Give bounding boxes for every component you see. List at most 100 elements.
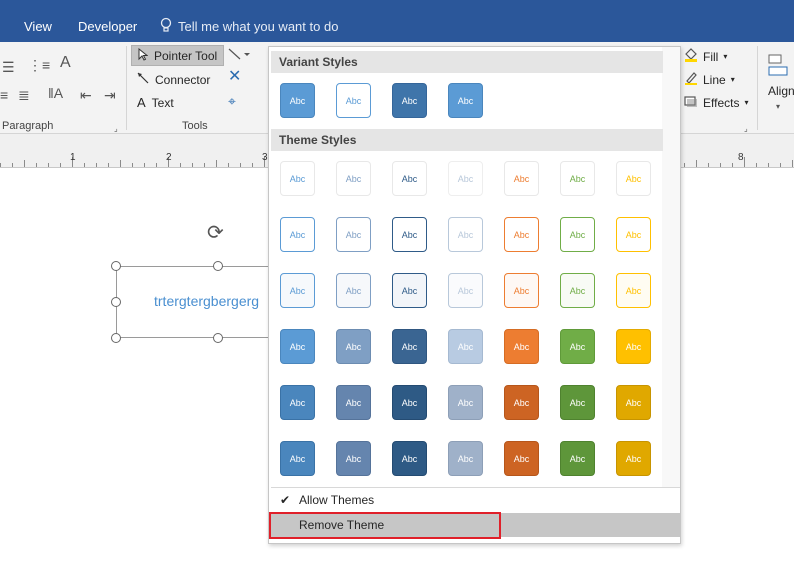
theme-style-swatch[interactable]: Abc — [336, 385, 371, 420]
theme-style-swatch[interactable]: Abc — [448, 329, 483, 364]
line-tool-icon[interactable] — [228, 48, 250, 62]
theme-style-swatch[interactable]: Abc — [616, 217, 651, 252]
theme-style-swatch[interactable]: Abc — [336, 329, 371, 364]
ruler-tick — [696, 160, 697, 167]
pointer-tool-button[interactable]: Pointer Tool — [131, 45, 225, 66]
theme-style-swatch[interactable]: Abc — [392, 385, 427, 420]
variant-style-swatch[interactable]: Abc — [336, 83, 371, 118]
ruler-tick — [744, 157, 745, 167]
theme-style-swatch[interactable]: Abc — [504, 441, 539, 476]
theme-style-swatch[interactable]: Abc — [504, 385, 539, 420]
connector-button[interactable]: Connector — [131, 69, 216, 90]
theme-style-swatch[interactable]: Abc — [560, 273, 595, 308]
align-justify-icon[interactable]: ≡ — [0, 88, 8, 102]
bullets-icon[interactable]: ⋮≡ — [28, 58, 50, 72]
resize-handle[interactable] — [111, 333, 121, 343]
ruler-tick — [204, 163, 205, 167]
theme-style-swatch[interactable]: Abc — [280, 385, 315, 420]
ruler-tick — [144, 163, 145, 167]
text-direction-icon[interactable]: ‖A — [48, 86, 63, 100]
theme-style-swatch[interactable]: Abc — [280, 441, 315, 476]
theme-style-swatch[interactable]: Abc — [448, 161, 483, 196]
allow-themes-label: Allow Themes — [299, 493, 375, 507]
rotate-handle-icon[interactable]: ⟳ — [207, 223, 229, 245]
resize-handle[interactable] — [213, 261, 223, 271]
theme-style-swatch[interactable]: Abc — [280, 217, 315, 252]
theme-style-swatch[interactable]: Abc — [392, 441, 427, 476]
line-label: Line — [703, 72, 726, 87]
allow-themes-item[interactable]: ✔ Allow Themes — [271, 488, 680, 512]
ruler-tick — [756, 163, 757, 167]
indent-list-icon[interactable]: ☰ — [2, 60, 15, 74]
theme-style-swatch[interactable]: Abc — [504, 329, 539, 364]
theme-styles-header: Theme Styles — [271, 129, 663, 151]
tab-view[interactable]: View — [24, 19, 52, 34]
line-button[interactable]: Line ▾ — [684, 71, 735, 88]
theme-style-swatch[interactable]: Abc — [392, 161, 427, 196]
theme-style-swatch[interactable]: Abc — [392, 217, 427, 252]
align-icon[interactable] — [768, 54, 788, 80]
theme-style-swatch[interactable]: Abc — [616, 329, 651, 364]
effects-icon — [684, 94, 698, 111]
variant-style-swatch[interactable]: Abc — [280, 83, 315, 118]
tab-developer[interactable]: Developer — [78, 19, 137, 34]
align-label[interactable]: Align — [768, 84, 794, 98]
theme-style-swatch[interactable]: Abc — [560, 385, 595, 420]
ruler-tick — [240, 163, 241, 167]
theme-style-swatch[interactable]: Abc — [504, 161, 539, 196]
theme-style-swatch[interactable]: Abc — [280, 273, 315, 308]
theme-style-swatch[interactable]: Abc — [560, 441, 595, 476]
fill-bucket-icon — [684, 48, 698, 65]
connection-point-icon[interactable]: ⌖ — [228, 94, 236, 108]
theme-style-swatch[interactable]: Abc — [616, 441, 651, 476]
text-tool-button[interactable]: A Text — [131, 92, 180, 113]
theme-style-swatch[interactable]: Abc — [504, 217, 539, 252]
ruler-tick — [96, 163, 97, 167]
theme-style-swatch[interactable]: Abc — [336, 217, 371, 252]
text-tool-label: Text — [151, 95, 174, 110]
effects-button[interactable]: Effects ▾ — [684, 94, 748, 111]
theme-style-swatch[interactable]: Abc — [616, 161, 651, 196]
chevron-down-icon: ▾ — [744, 98, 749, 107]
fill-button[interactable]: Fill ▾ — [684, 48, 727, 65]
theme-style-swatch[interactable]: Abc — [560, 161, 595, 196]
theme-style-swatch[interactable]: Abc — [616, 273, 651, 308]
variant-style-swatch[interactable]: Abc — [448, 83, 483, 118]
theme-style-swatch[interactable]: Abc — [336, 273, 371, 308]
resize-handle[interactable] — [111, 261, 121, 271]
ruler-tick — [720, 163, 721, 167]
variant-style-swatch[interactable]: Abc — [392, 83, 427, 118]
theme-style-swatch[interactable]: Abc — [448, 385, 483, 420]
theme-style-swatch[interactable]: Abc — [560, 329, 595, 364]
theme-style-swatch[interactable]: Abc — [280, 161, 315, 196]
decrease-indent-icon[interactable]: ⇤ — [80, 88, 92, 102]
resize-handle[interactable] — [111, 297, 121, 307]
separator — [757, 46, 758, 130]
theme-style-swatch[interactable]: Abc — [336, 161, 371, 196]
increase-indent-icon[interactable]: ⇥ — [104, 88, 116, 102]
tell-me-box[interactable]: Tell me what you want to do — [160, 17, 338, 36]
theme-style-swatch[interactable]: Abc — [560, 217, 595, 252]
theme-style-swatch[interactable]: Abc — [448, 217, 483, 252]
align-distribute-icon[interactable]: ≣ — [18, 88, 30, 102]
pointer-tool-label: Pointer Tool — [154, 48, 218, 63]
theme-style-swatch[interactable]: Abc — [392, 273, 427, 308]
theme-style-swatch[interactable]: Abc — [504, 273, 539, 308]
close-x-icon[interactable]: ✕ — [228, 69, 241, 85]
font-size-icon[interactable]: A — [60, 55, 71, 71]
ruler-tick — [684, 163, 685, 167]
ruler-tick — [180, 163, 181, 167]
shape-text[interactable]: trtergtergbergerg — [154, 293, 259, 309]
theme-style-swatch[interactable]: Abc — [280, 329, 315, 364]
ruler-tick — [84, 163, 85, 167]
theme-style-swatch[interactable]: Abc — [392, 329, 427, 364]
lightbulb-icon — [160, 17, 172, 36]
checkmark-icon: ✔ — [279, 493, 291, 507]
resize-handle[interactable] — [213, 333, 223, 343]
theme-style-swatch[interactable]: Abc — [448, 441, 483, 476]
theme-style-swatch[interactable]: Abc — [448, 273, 483, 308]
theme-style-swatch[interactable]: Abc — [336, 441, 371, 476]
gallery-scrollbar[interactable] — [662, 47, 680, 487]
theme-style-swatch[interactable]: Abc — [616, 385, 651, 420]
fill-label: Fill — [703, 49, 719, 64]
